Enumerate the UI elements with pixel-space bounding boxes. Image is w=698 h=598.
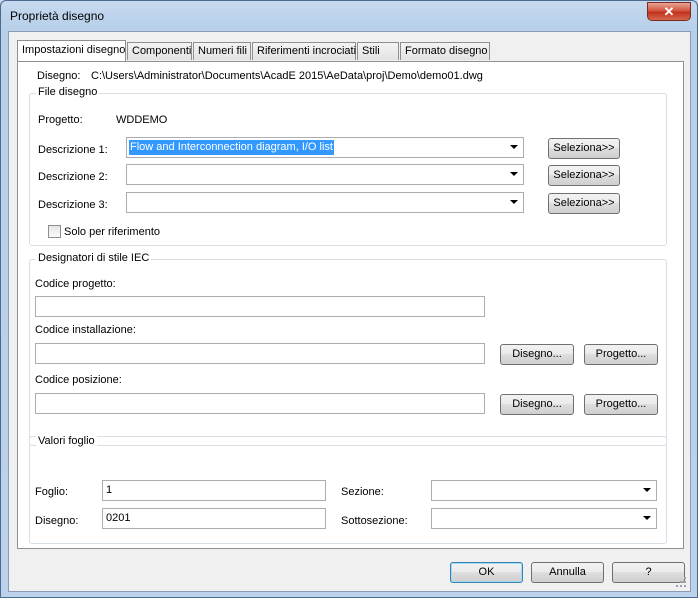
tab-stili[interactable]: Stili bbox=[357, 42, 399, 60]
title-bar[interactable]: Proprietà disegno ✕ bbox=[1, 1, 697, 31]
dialog-client: Impostazioni disegno Componenti Numeri f… bbox=[8, 31, 691, 592]
subsection-label: Sottosezione: bbox=[341, 515, 408, 527]
chevron-down-icon bbox=[510, 172, 518, 176]
ref-only-checkbox[interactable] bbox=[48, 225, 61, 238]
description-3-value bbox=[129, 195, 131, 210]
install-code-label: Codice installazione: bbox=[35, 324, 136, 336]
project-value: WDDEMO bbox=[116, 114, 168, 126]
close-button[interactable]: ✕ bbox=[647, 2, 691, 21]
description-2-value bbox=[129, 167, 131, 182]
sheet-input[interactable]: 1 bbox=[102, 480, 326, 501]
chevron-down-icon bbox=[643, 516, 651, 520]
project-code-label: Codice progetto: bbox=[35, 278, 116, 290]
description-1-label: Descrizione 1: bbox=[38, 144, 108, 156]
description-3-label: Descrizione 3: bbox=[38, 199, 108, 211]
install-project-button[interactable]: Progetto... bbox=[584, 344, 658, 365]
seleziona-1-button[interactable]: Seleziona>> bbox=[548, 138, 620, 159]
dialog-window: Proprietà disegno ✕ Impostazioni disegno… bbox=[0, 0, 698, 598]
tab-formato-disegno[interactable]: Formato disegno bbox=[400, 42, 490, 60]
tab-riferimenti-incrociati[interactable]: Riferimenti incrociati bbox=[252, 42, 356, 60]
chevron-down-icon bbox=[510, 145, 518, 149]
seleziona-3-button[interactable]: Seleziona>> bbox=[548, 193, 620, 214]
tab-componenti[interactable]: Componenti bbox=[127, 42, 192, 60]
close-icon: ✕ bbox=[663, 4, 675, 19]
tab-impostazioni-disegno[interactable]: Impostazioni disegno bbox=[17, 40, 126, 61]
help-button[interactable]: ? bbox=[612, 562, 685, 583]
project-code-input[interactable] bbox=[35, 296, 485, 317]
location-code-input[interactable] bbox=[35, 393, 485, 414]
iec-designators-group: Designatori di stile IEC Codice progetto… bbox=[29, 252, 667, 446]
sheet-drawing-input[interactable]: 0201 bbox=[102, 508, 326, 529]
sheet-values-group: Valori foglio Foglio: 1 Disegno: 0201 Se… bbox=[29, 435, 667, 544]
seleziona-2-button[interactable]: Seleziona>> bbox=[548, 165, 620, 186]
sheet-drawing-label: Disegno: bbox=[35, 515, 79, 527]
window-title: Proprietà disegno bbox=[10, 9, 105, 23]
section-value bbox=[434, 483, 436, 498]
sheet-drawing-value: 0201 bbox=[106, 512, 131, 524]
location-drawing-button[interactable]: Disegno... bbox=[500, 394, 574, 415]
drawing-path-value: C:\Users\Administrator\Documents\AcadE 2… bbox=[91, 70, 483, 82]
sheet-label: Foglio: bbox=[35, 486, 69, 498]
file-disegno-title: File disegno bbox=[36, 86, 100, 98]
description-3-combo[interactable] bbox=[126, 192, 524, 213]
install-code-input[interactable] bbox=[35, 343, 485, 364]
section-combo[interactable] bbox=[431, 480, 657, 501]
location-project-button[interactable]: Progetto... bbox=[584, 394, 658, 415]
ok-button[interactable]: OK bbox=[450, 562, 523, 583]
description-1-combo[interactable]: Flow and Interconnection diagram, I/O li… bbox=[126, 137, 524, 158]
ref-only-label: Solo per riferimento bbox=[64, 226, 160, 238]
sheet-value: 1 bbox=[106, 484, 113, 496]
sheet-values-title: Valori foglio bbox=[36, 435, 97, 447]
file-disegno-group: File disegno Progetto: WDDEMO Descrizion… bbox=[29, 86, 667, 246]
resize-grip-icon[interactable] bbox=[676, 577, 687, 588]
iec-designators-title: Designatori di stile IEC bbox=[36, 252, 152, 264]
install-drawing-button[interactable]: Disegno... bbox=[500, 344, 574, 365]
drawing-path-label: Disegno: bbox=[37, 70, 81, 82]
section-label: Sezione: bbox=[341, 486, 384, 498]
tab-panel-impostazioni: Disegno: C:\Users\Administrator\Document… bbox=[17, 61, 684, 549]
tab-numeri-fili[interactable]: Numeri fili bbox=[193, 42, 251, 60]
subsection-value bbox=[434, 511, 436, 526]
project-label: Progetto: bbox=[38, 114, 83, 126]
description-2-combo[interactable] bbox=[126, 164, 524, 185]
subsection-combo[interactable] bbox=[431, 508, 657, 529]
location-code-label: Codice posizione: bbox=[35, 374, 122, 386]
chevron-down-icon bbox=[643, 488, 651, 492]
description-1-value: Flow and Interconnection diagram, I/O li… bbox=[129, 140, 334, 155]
cancel-button[interactable]: Annulla bbox=[531, 562, 604, 583]
chevron-down-icon bbox=[510, 200, 518, 204]
description-2-label: Descrizione 2: bbox=[38, 171, 108, 183]
